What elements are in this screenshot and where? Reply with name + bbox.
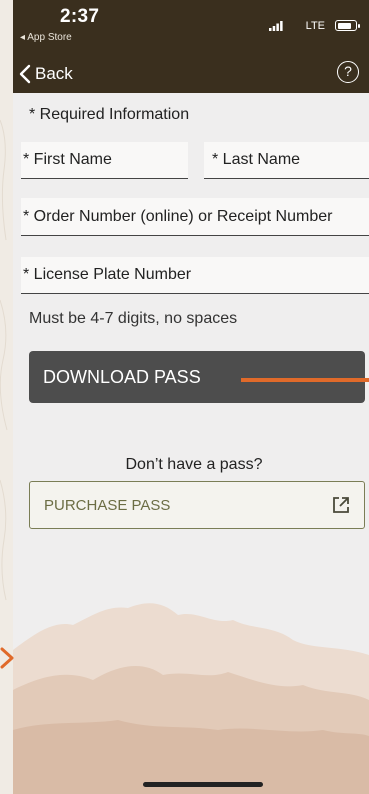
help-icon[interactable]: ? bbox=[337, 61, 359, 83]
chevron-left-icon bbox=[19, 64, 31, 84]
annotation-arrow-left bbox=[0, 647, 14, 669]
last-name-placeholder: * Last Name bbox=[212, 151, 301, 168]
phone-screen: 2:37 ◂ App Store LTE Back ? * Required I… bbox=[13, 0, 369, 794]
navigation-bar: Back ? bbox=[13, 55, 369, 93]
status-bar: 2:37 ◂ App Store LTE bbox=[13, 0, 369, 55]
mountain-illustration bbox=[13, 603, 369, 794]
back-to-app-store-link[interactable]: ◂ App Store bbox=[20, 32, 72, 43]
external-link-icon bbox=[333, 497, 349, 513]
license-plate-field[interactable]: * License Plate Number bbox=[21, 257, 369, 294]
purchase-pass-label: PURCHASE PASS bbox=[44, 496, 171, 514]
status-time: 2:37 bbox=[60, 6, 100, 27]
annotation-arrow-download bbox=[241, 378, 369, 382]
last-name-field[interactable]: * Last Name bbox=[204, 142, 369, 179]
license-plate-hint: Must be 4-7 digits, no spaces bbox=[29, 310, 238, 327]
order-number-placeholder: * Order Number (online) or Receipt Numbe… bbox=[23, 207, 333, 225]
download-pass-label: DOWNLOAD PASS bbox=[43, 366, 201, 387]
first-name-placeholder: * First Name bbox=[23, 151, 112, 168]
signal-icon bbox=[269, 21, 283, 31]
network-label: LTE bbox=[305, 20, 325, 32]
battery-icon bbox=[335, 20, 360, 31]
first-name-field[interactable]: * First Name bbox=[21, 142, 188, 179]
back-button[interactable]: Back bbox=[19, 60, 73, 88]
license-plate-placeholder: * License Plate Number bbox=[23, 266, 192, 283]
home-indicator bbox=[143, 782, 263, 787]
no-pass-label: Don’t have a pass? bbox=[125, 456, 263, 473]
purchase-pass-button[interactable]: PURCHASE PASS bbox=[29, 481, 365, 529]
back-label: Back bbox=[35, 64, 73, 83]
required-info-label: * Required Information bbox=[29, 106, 190, 123]
order-number-field[interactable]: * Order Number (online) or Receipt Numbe… bbox=[21, 198, 369, 236]
